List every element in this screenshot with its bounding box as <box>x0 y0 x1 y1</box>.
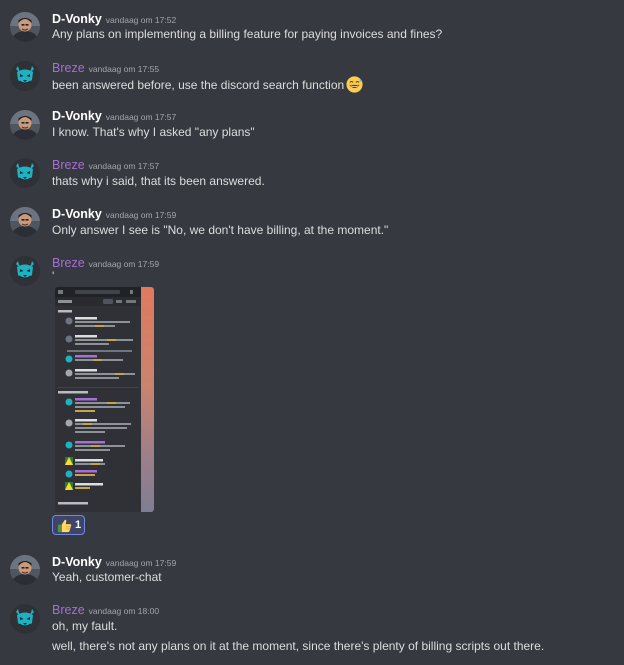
reaction-thumbs-up[interactable]: 1 <box>52 515 85 535</box>
username[interactable]: D-Vonky <box>52 207 102 221</box>
avatar[interactable] <box>10 256 40 286</box>
timestamp: vandaag om 17:52 <box>105 15 177 25</box>
message-text-content: been answered before, use the discord se… <box>52 78 345 92</box>
message-text: oh, my fault. <box>52 619 118 633</box>
message-text: thats why i said, that its been answered… <box>52 174 265 188</box>
avatar[interactable] <box>10 555 40 585</box>
message-header: Breze vandaag om 17:57 <box>52 157 159 174</box>
timestamp: vandaag om 17:59 <box>105 210 177 220</box>
chat-messages: D-Vonky vandaag om 17:52 Any plans on imp… <box>0 0 624 665</box>
message-header: Breze vandaag om 17:55 <box>52 60 159 77</box>
message-text: ' <box>52 269 55 283</box>
username[interactable]: Breze <box>52 158 85 172</box>
username[interactable]: D-Vonky <box>52 12 102 26</box>
avatar[interactable] <box>10 207 40 237</box>
avatar[interactable] <box>10 110 40 140</box>
timestamp: vandaag om 17:57 <box>88 161 160 171</box>
message-header: Breze vandaag om 17:59 <box>52 255 159 272</box>
message-header: D-Vonky vandaag om 17:57 <box>52 108 176 125</box>
timestamp: vandaag om 17:55 <box>88 64 160 74</box>
timestamp: vandaag om 17:59 <box>105 558 177 568</box>
username[interactable]: D-Vonky <box>52 555 102 569</box>
image-attachment[interactable] <box>55 287 154 512</box>
message-text: Any plans on implementing a billing feat… <box>52 27 443 41</box>
message-text: well, there's not any plans on it at the… <box>52 639 545 653</box>
message-text: Yeah, customer-chat <box>52 570 162 584</box>
grinning-sweat-emoji <box>346 76 363 93</box>
message-header: D-Vonky vandaag om 17:59 <box>52 206 176 223</box>
reaction-count: 1 <box>75 519 82 531</box>
message-header: Breze vandaag om 18:00 <box>52 602 159 619</box>
thumbs-up-emoji <box>57 519 72 533</box>
timestamp: vandaag om 18:00 <box>88 606 160 616</box>
avatar[interactable] <box>10 61 40 91</box>
message-text: been answered before, use the discord se… <box>52 76 363 93</box>
username[interactable]: Breze <box>52 603 85 617</box>
timestamp: vandaag om 17:59 <box>88 259 160 269</box>
avatar[interactable] <box>10 604 40 634</box>
username[interactable]: Breze <box>52 61 85 75</box>
message-text: I know. That's why I asked "any plans" <box>52 125 255 139</box>
avatar[interactable] <box>10 12 40 42</box>
username[interactable]: D-Vonky <box>52 109 102 123</box>
message-text: Only answer I see is "No, we don't have … <box>52 223 389 237</box>
timestamp: vandaag om 17:57 <box>105 112 177 122</box>
avatar[interactable] <box>10 158 40 188</box>
username[interactable]: Breze <box>52 256 85 270</box>
